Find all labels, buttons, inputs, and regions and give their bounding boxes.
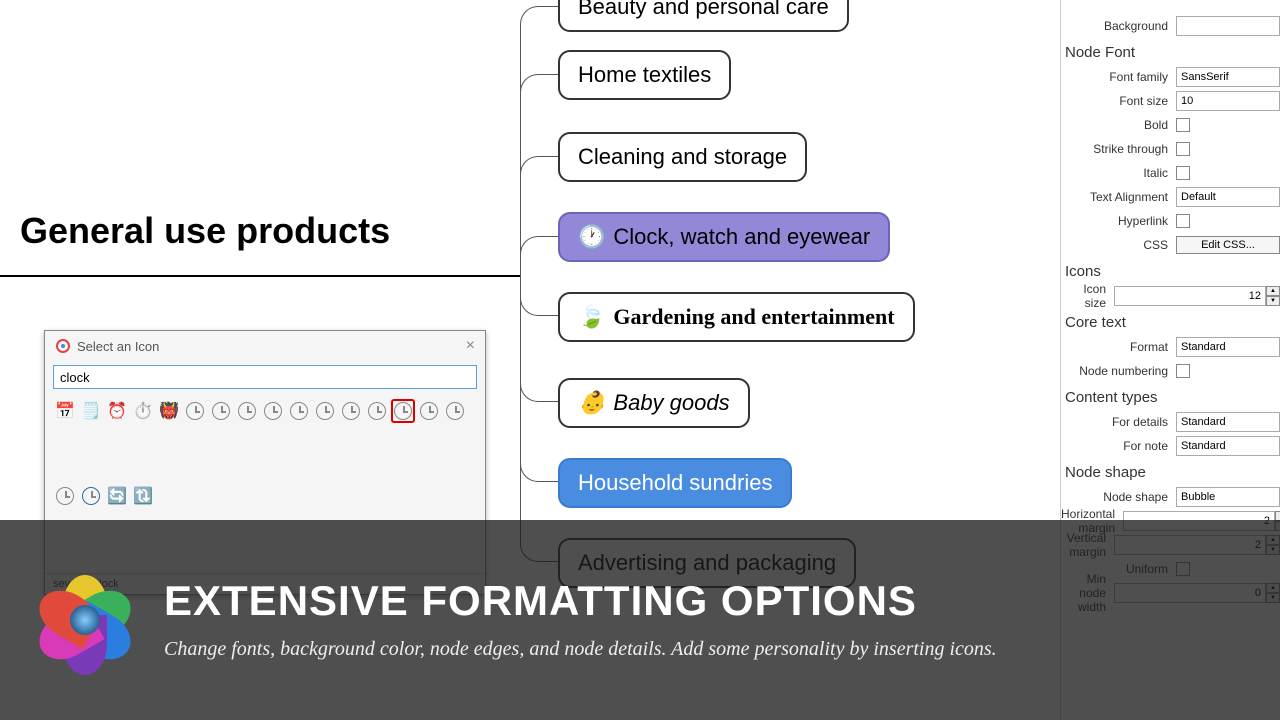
banner-title: EXTENSIVE FORMATTING OPTIONS — [164, 577, 997, 625]
font-family-input[interactable] — [1176, 67, 1280, 87]
node-icon: 🕐 — [578, 224, 605, 250]
connector — [520, 236, 558, 276]
format-input[interactable] — [1176, 337, 1280, 357]
for-note-input[interactable] — [1176, 436, 1280, 456]
node-numbering-checkbox[interactable] — [1176, 364, 1190, 378]
font-size-input[interactable] — [1176, 91, 1280, 111]
child-node[interactable]: Beauty and personal care — [558, 0, 849, 32]
icon-option[interactable] — [183, 399, 207, 423]
icon-option[interactable]: 🔃 — [131, 484, 155, 508]
spin-down[interactable]: ▼ — [1266, 296, 1280, 306]
icon-option[interactable]: ⏰ — [105, 399, 129, 423]
icon-option[interactable]: 🔄 — [105, 484, 129, 508]
icon-option[interactable] — [339, 399, 363, 423]
icon-option[interactable]: ⏱️ — [131, 399, 155, 423]
node-icon: 👶 — [578, 390, 605, 416]
app-icon — [55, 338, 71, 354]
icon-option[interactable] — [443, 399, 467, 423]
node-label: Gardening and entertainment — [613, 304, 894, 330]
background-swatch[interactable] — [1176, 16, 1280, 36]
promo-banner: EXTENSIVE FORMATTING OPTIONS Change font… — [0, 520, 1280, 720]
section-nodeshape: Node shape — [1061, 458, 1280, 485]
spin-up[interactable]: ▲ — [1266, 286, 1280, 296]
text-align-input[interactable] — [1176, 187, 1280, 207]
child-node[interactable]: Cleaning and storage — [558, 132, 807, 182]
child-node[interactable]: 🍃 Gardening and entertainment — [558, 292, 915, 342]
node-label: Cleaning and storage — [578, 144, 787, 170]
section-nodefont: Node Font — [1061, 38, 1280, 65]
italic-checkbox[interactable] — [1176, 166, 1190, 180]
icon-option[interactable]: 👹 — [157, 399, 181, 423]
child-node[interactable]: 🕐 Clock, watch and eyewear — [558, 212, 890, 262]
node-label: Baby goods — [613, 390, 729, 416]
strike-checkbox[interactable] — [1176, 142, 1190, 156]
icon-search-input[interactable] — [53, 365, 477, 389]
background-label: Background — [1061, 19, 1176, 33]
node-icon: 🍃 — [578, 304, 605, 330]
child-node[interactable]: Household sundries — [558, 458, 792, 508]
section-coretext: Core text — [1061, 308, 1280, 335]
icon-option[interactable] — [287, 399, 311, 423]
node-label: Beauty and personal care — [578, 0, 829, 20]
node-shape-input[interactable] — [1176, 487, 1280, 507]
child-node[interactable]: 👶 Baby goods — [558, 378, 750, 428]
icon-option[interactable] — [391, 399, 415, 423]
bold-checkbox[interactable] — [1176, 118, 1190, 132]
icon-option[interactable] — [235, 399, 259, 423]
node-label: Clock, watch and eyewear — [613, 224, 870, 250]
hyperlink-checkbox[interactable] — [1176, 214, 1190, 228]
section-icons: Icons — [1061, 257, 1280, 284]
for-details-input[interactable] — [1176, 412, 1280, 432]
icon-option[interactable]: 🗒️ — [79, 399, 103, 423]
icon-option[interactable]: 📅 — [53, 399, 77, 423]
icon-option[interactable] — [79, 484, 103, 508]
icon-option[interactable] — [261, 399, 285, 423]
icon-option[interactable] — [209, 399, 233, 423]
icon-option[interactable] — [313, 399, 337, 423]
node-label: Household sundries — [578, 470, 772, 496]
app-logo — [30, 565, 140, 675]
node-label: Home textiles — [578, 62, 711, 88]
root-node[interactable]: General use products — [20, 210, 390, 252]
section-contenttypes: Content types — [1061, 383, 1280, 410]
child-node[interactable]: Home textiles — [558, 50, 731, 100]
root-underline — [0, 275, 520, 277]
dialog-title: Select an Icon — [77, 339, 159, 354]
banner-subtitle: Change fonts, background color, node edg… — [164, 635, 997, 663]
icon-option[interactable] — [417, 399, 441, 423]
edit-css-button[interactable]: Edit CSS... — [1176, 236, 1280, 254]
close-icon[interactable]: × — [466, 337, 475, 355]
icon-option[interactable] — [53, 484, 77, 508]
icon-option[interactable] — [365, 399, 389, 423]
icon-size-input[interactable] — [1114, 286, 1266, 306]
